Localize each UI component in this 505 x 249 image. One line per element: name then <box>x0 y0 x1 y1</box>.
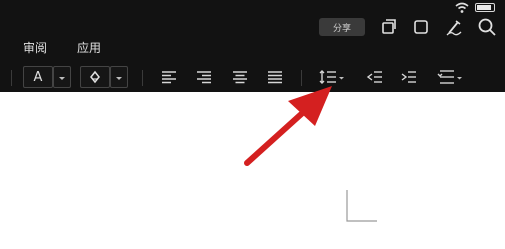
square-icon[interactable] <box>409 15 433 39</box>
align-left-icon[interactable] <box>160 68 178 86</box>
wifi-icon <box>455 2 469 13</box>
top-toolbar-area: 分享 审阅 应用 A <box>0 0 505 92</box>
decrease-indent-icon[interactable] <box>366 68 384 86</box>
font-color-button[interactable]: A <box>23 66 53 88</box>
copy-icon[interactable] <box>377 15 401 39</box>
increase-indent-icon[interactable] <box>400 68 418 86</box>
tab-review[interactable]: 审阅 <box>23 41 47 55</box>
divider <box>11 70 12 86</box>
align-justify-icon[interactable] <box>266 68 284 86</box>
font-color-dropdown-icon <box>59 77 65 80</box>
font-color-icon: A <box>33 69 43 85</box>
line-spacing-icon[interactable] <box>318 68 346 86</box>
divider <box>301 70 302 86</box>
share-button[interactable]: 分享 <box>319 18 365 36</box>
highlight-icon <box>90 70 100 84</box>
search-icon[interactable] <box>475 15 499 39</box>
align-right-icon[interactable] <box>195 68 213 86</box>
tab-apps[interactable]: 应用 <box>77 41 101 55</box>
highlight-dropdown-icon <box>116 77 122 80</box>
page-corner-mark <box>346 190 377 222</box>
font-color-dropdown[interactable] <box>53 66 71 88</box>
highlight-button[interactable] <box>80 66 110 88</box>
highlight-dropdown[interactable] <box>110 66 128 88</box>
battery-icon <box>475 3 495 12</box>
pen-icon[interactable] <box>442 15 466 39</box>
paragraph-spacing-icon[interactable] <box>436 68 464 86</box>
align-center-icon[interactable] <box>231 68 249 86</box>
format-toolbar: A <box>0 62 505 92</box>
divider <box>142 70 143 86</box>
